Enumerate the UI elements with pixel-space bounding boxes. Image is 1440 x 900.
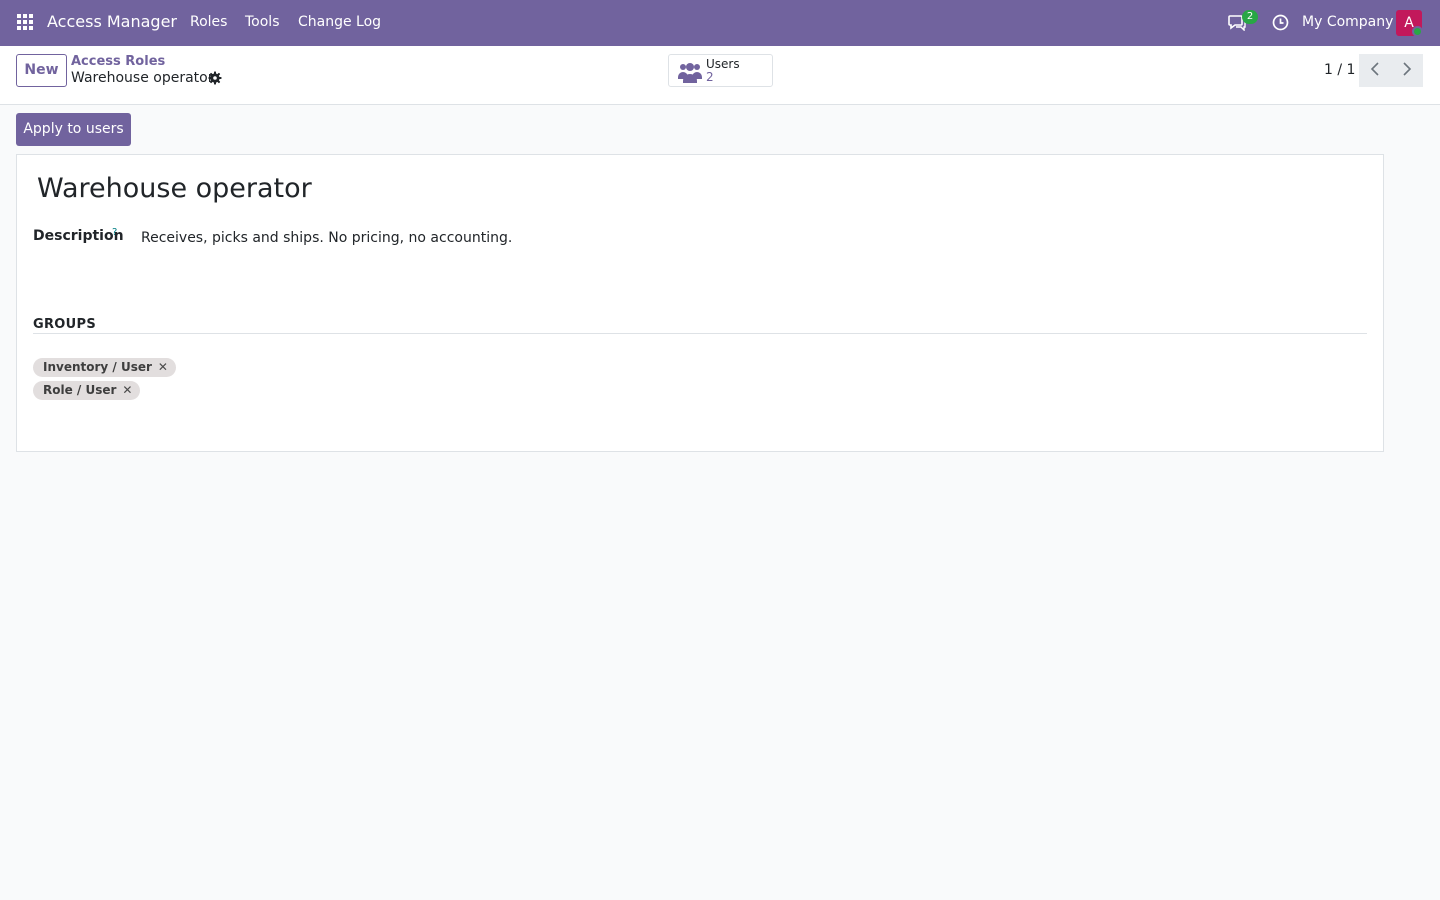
apps-grid-icon[interactable] <box>17 14 35 32</box>
form-sheet: Warehouse operator Description ? Receive… <box>16 154 1384 452</box>
menu-roles[interactable]: Roles <box>190 14 227 30</box>
gear-icon[interactable] <box>208 71 222 89</box>
chevron-left-icon <box>1370 61 1380 80</box>
menu-tools[interactable]: Tools <box>245 14 280 30</box>
description-label: Description <box>33 228 124 244</box>
group-tag: Role / User ✕ <box>33 381 141 400</box>
app-name[interactable]: Access Manager <box>47 12 177 31</box>
control-panel: New Access Roles Warehouse operator User… <box>0 46 1440 105</box>
pager-previous-button[interactable] <box>1359 54 1391 87</box>
smart-button-label: Users <box>706 57 740 71</box>
description-field[interactable]: Receives, picks and ships. No pricing, n… <box>141 230 512 246</box>
remove-tag-icon[interactable]: ✕ <box>158 358 168 377</box>
users-icon <box>678 61 702 87</box>
apply-to-users-button[interactable]: Apply to users <box>16 113 131 146</box>
breadcrumb-current: Warehouse operator <box>71 70 214 86</box>
chevron-right-icon <box>1402 61 1412 80</box>
top-navbar: Access Manager Roles Tools Change Log 2 … <box>0 0 1440 46</box>
group-tag-label: Inventory / User <box>43 360 152 374</box>
breadcrumb-access-roles[interactable]: Access Roles <box>71 54 165 69</box>
messages-count-badge: 2 <box>1242 10 1258 24</box>
pager-value[interactable]: 1 / 1 <box>1324 62 1355 78</box>
smart-button-value: 2 <box>706 70 714 84</box>
new-button[interactable]: New <box>16 54 67 87</box>
record-title[interactable]: Warehouse operator <box>37 173 312 204</box>
groups-section-title: GROUPS <box>33 317 96 332</box>
pager-next-button[interactable] <box>1391 54 1423 87</box>
group-tag-label: Role / User <box>43 383 117 397</box>
help-icon[interactable]: ? <box>112 227 117 238</box>
group-tag: Inventory / User ✕ <box>33 358 176 377</box>
section-divider <box>33 333 1367 334</box>
company-switcher[interactable]: My Company <box>1302 14 1393 30</box>
remove-tag-icon[interactable]: ✕ <box>122 381 132 400</box>
menu-change-log[interactable]: Change Log <box>298 14 381 30</box>
clock-icon[interactable] <box>1272 14 1289 35</box>
online-status-dot <box>1412 26 1423 37</box>
users-smart-button[interactable]: Users 2 <box>668 54 773 87</box>
